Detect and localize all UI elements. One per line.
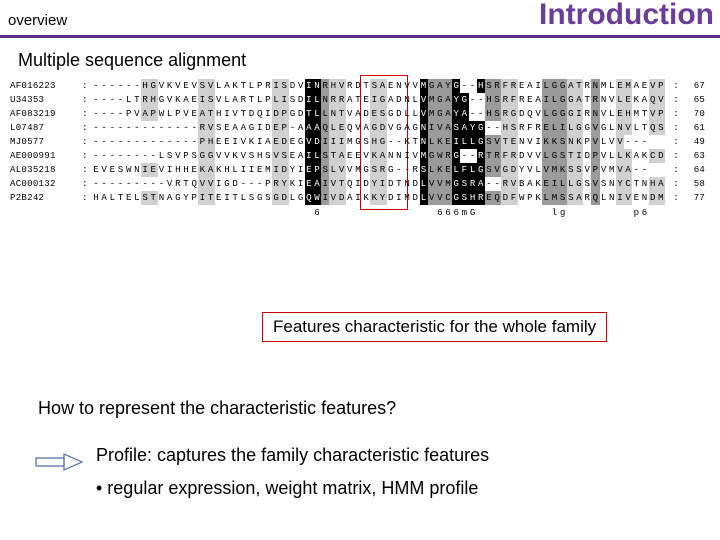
accession: AC000132 — [10, 177, 78, 191]
separator: : — [669, 93, 683, 107]
residue-count: 49 — [683, 135, 705, 149]
sequence: ----LTRHGVKAEISVLARTLPLISDILNRRATEIGADNL… — [92, 93, 665, 107]
alignment-row: AE000991:--------LSVPSGGVVKVSHSVSEAILSTA… — [10, 149, 710, 163]
separator: : — [78, 79, 92, 93]
accession: MJ0577 — [10, 135, 78, 149]
separator: : — [78, 135, 92, 149]
profile-text: Profile: captures the family characteris… — [96, 445, 489, 466]
alignment-row: L07487:-------------RVSEAAGIDEP-AAAQLEQV… — [10, 121, 710, 135]
residue-count: 58 — [683, 177, 705, 191]
residue-count: 67 — [683, 79, 705, 93]
alignment-row: AC000132:---------VRTQVVIGD---PRYKIEAIVT… — [10, 177, 710, 191]
slide-header: overview Introduction — [0, 0, 720, 38]
alignment-row: MJ0577:-------------PHEEIVKIAEDEGVDIIIMG… — [10, 135, 710, 149]
separator: : — [669, 107, 683, 121]
accession: AF083219 — [10, 107, 78, 121]
separator: : — [669, 135, 683, 149]
separator: : — [78, 163, 92, 177]
accession: AF016223 — [10, 79, 78, 93]
accession: L07487 — [10, 121, 78, 135]
accession: P2B242 — [10, 191, 78, 205]
separator: : — [669, 163, 683, 177]
alignment-ruler: 6 666mG lg p6 — [10, 206, 710, 220]
residue-count: 77 — [683, 191, 705, 205]
separator: : — [669, 79, 683, 93]
residue-count: 61 — [683, 121, 705, 135]
separator: : — [669, 121, 683, 135]
separator: : — [669, 177, 683, 191]
sequence: ---------VRTQVVIGD---PRYKIEAIVTQIDYIDTND… — [92, 177, 665, 191]
alignment-grid: AF016223:------HGVKVEVSVLAKTLPRISDVINRHV… — [10, 79, 710, 220]
sequence: HALTELSTNAGYPITEITLSGSGDLGQWIVDAIKKYDIMD… — [92, 191, 665, 205]
residue-count: 70 — [683, 107, 705, 121]
caption-box: Features characteristic for the whole fa… — [262, 312, 607, 342]
sequence: -------------RVSEAAGIDEP-AAAQLEQVAGDVGAG… — [92, 121, 665, 135]
alignment-row: U34353:----LTRHGVKAEISVLARTLPLISDILNRRAT… — [10, 93, 710, 107]
accession: AE000991 — [10, 149, 78, 163]
sequence: ------HGVKVEVSVLAKTLPRISDVINRHVRDTSAENVV… — [92, 79, 665, 93]
separator: : — [78, 107, 92, 121]
alignment-row: AF083219:----PVAPWLPVEATHIVTDQIDPGDTLLNT… — [10, 107, 710, 121]
sequence: ----PVAPWLPVEATHIVTDQIDPGDTLLNTVADESGDLL… — [92, 107, 665, 121]
sequence: EVESWNIEVIHHEKAKHLIIEMIDYIEPSLVVMGSRG--R… — [92, 163, 665, 177]
separator: : — [78, 93, 92, 107]
section-subtitle: Multiple sequence alignment — [18, 50, 720, 71]
residue-count: 63 — [683, 149, 705, 163]
alignment-row: AF016223:------HGVKVEVSVLAKTLPRISDVINRHV… — [10, 79, 710, 93]
separator: : — [669, 149, 683, 163]
question-text: How to represent the characteristic feat… — [38, 398, 396, 419]
overview-label: overview — [8, 12, 67, 29]
alignment-row: AL035218:EVESWNIEVIHHEKAKHLIIEMIDYIEPSLV… — [10, 163, 710, 177]
accession: AL035218 — [10, 163, 78, 177]
separator: : — [669, 191, 683, 205]
slide-title: Introduction — [539, 0, 714, 32]
alignment-row: P2B242:HALTELSTNAGYPITEITLSGSGDLGQWIVDAI… — [10, 191, 710, 205]
sequence: --------LSVPSGGVVKVSHSVSEAILSTAEEVKANNIV… — [92, 149, 665, 163]
separator: : — [78, 149, 92, 163]
bullet-text: • regular expression, weight matrix, HMM… — [96, 478, 478, 499]
separator: : — [78, 177, 92, 191]
residue-count: 64 — [683, 163, 705, 177]
arrow-icon — [34, 452, 84, 472]
sequence: -------------PHEEIVKIAEDEGVDIIIMGSHG--KT… — [92, 135, 665, 149]
alignment-figure: AF016223:------HGVKVEVSVLAKTLPRISDVINRHV… — [10, 79, 710, 220]
residue-count: 65 — [683, 93, 705, 107]
accession: U34353 — [10, 93, 78, 107]
separator: : — [78, 191, 92, 205]
separator: : — [78, 121, 92, 135]
